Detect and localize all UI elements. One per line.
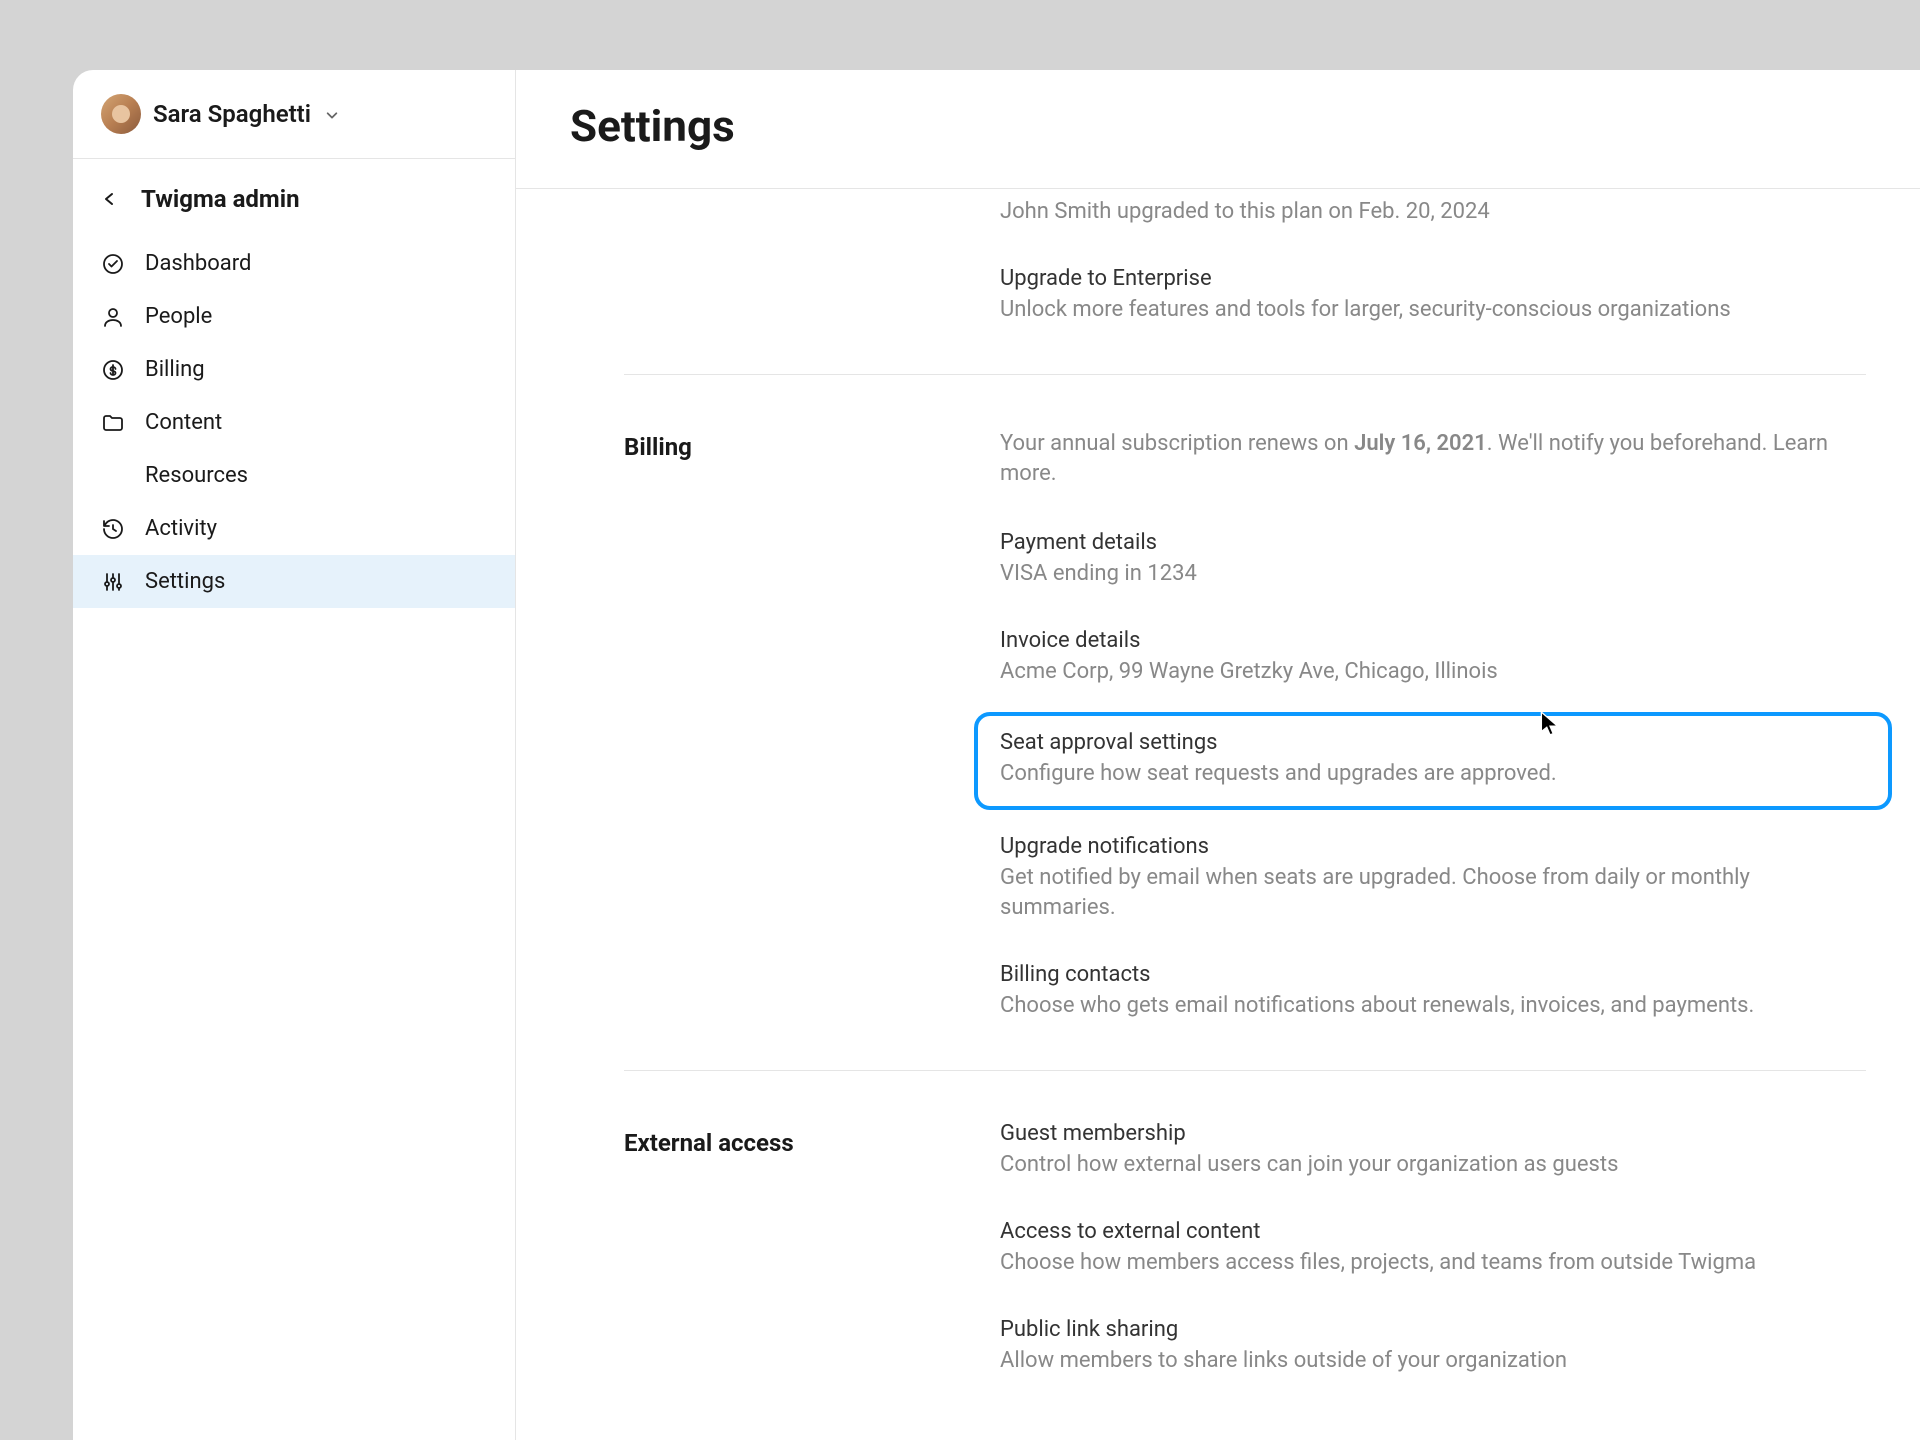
chevron-left-icon <box>101 191 117 207</box>
sidebar-item-label: Resources <box>145 463 248 488</box>
external-content-row[interactable]: Access to external content Choose how me… <box>1000 1201 1866 1299</box>
billing-contacts-row[interactable]: Billing contacts Choose who gets email n… <box>1000 944 1866 1042</box>
invoice-details-row[interactable]: Invoice details Acme Corp, 99 Wayne Gret… <box>1000 610 1866 708</box>
sidebar-item-billing[interactable]: Billing <box>73 343 515 396</box>
sidebar-item-activity[interactable]: Activity <box>73 502 515 555</box>
seat-approval-row[interactable]: Seat approval settings Configure how sea… <box>974 712 1892 810</box>
user-name: Sara Spaghetti <box>153 100 311 128</box>
sidebar-item-label: Settings <box>145 569 225 594</box>
sidebar-item-people[interactable]: People <box>73 290 515 343</box>
avatar <box>101 94 141 134</box>
app-window: Sara Spaghetti Twigma admin Dashboard <box>73 70 1920 1440</box>
plan-upgrade-info: John Smith upgraded to this plan on Feb.… <box>1000 189 1866 248</box>
person-icon <box>101 305 125 329</box>
sidebar-item-dashboard[interactable]: Dashboard <box>73 237 515 290</box>
sidebar-item-label: Content <box>145 410 222 435</box>
sidebar-item-content[interactable]: Content <box>73 396 515 449</box>
upgrade-enterprise-row[interactable]: Upgrade to Enterprise Unlock more featur… <box>1000 248 1866 346</box>
external-access-section: External access Guest membership Control… <box>624 1070 1866 1424</box>
user-menu[interactable]: Sara Spaghetti <box>73 70 515 159</box>
dollar-circle-icon <box>101 358 125 382</box>
sidebar-item-label: Billing <box>145 357 205 382</box>
page-title: Settings <box>570 100 1866 152</box>
sidebar-item-settings[interactable]: Settings <box>73 555 515 608</box>
main-content: Settings John Smith upgraded to this pla… <box>516 70 1920 1440</box>
page-header: Settings <box>516 70 1920 189</box>
sidebar-item-label: Activity <box>145 516 217 541</box>
nav-list: Dashboard People Billing Content <box>73 229 515 616</box>
check-circle-icon <box>101 252 125 276</box>
sidebar-item-resources[interactable]: Resources <box>73 449 515 502</box>
sidebar-item-label: People <box>145 304 212 329</box>
sidebar-item-label: Dashboard <box>145 251 251 276</box>
section-label-billing: Billing <box>624 419 1000 1042</box>
folder-icon <box>101 411 125 435</box>
workspace-back[interactable]: Twigma admin <box>73 159 515 229</box>
section-label-external: External access <box>624 1115 1000 1396</box>
settings-content: John Smith upgraded to this plan on Feb.… <box>516 189 1920 1440</box>
chevron-down-icon <box>325 107 339 121</box>
sidebar: Sara Spaghetti Twigma admin Dashboard <box>73 70 516 1440</box>
upgrade-notifications-row[interactable]: Upgrade notifications Get notified by em… <box>1000 816 1866 945</box>
sliders-icon <box>101 570 125 594</box>
workspace-name: Twigma admin <box>141 185 300 213</box>
public-link-row[interactable]: Public link sharing Allow members to sha… <box>1000 1299 1866 1397</box>
plan-section-fragment: John Smith upgraded to this plan on Feb.… <box>1000 189 1866 374</box>
renewal-info: Your annual subscription renews on July … <box>1000 419 1866 513</box>
guest-membership-row[interactable]: Guest membership Control how external us… <box>1000 1115 1866 1201</box>
history-icon <box>101 517 125 541</box>
payment-details-row[interactable]: Payment details VISA ending in 1234 <box>1000 512 1866 610</box>
billing-section: Billing Your annual subscription renews … <box>624 374 1866 1070</box>
